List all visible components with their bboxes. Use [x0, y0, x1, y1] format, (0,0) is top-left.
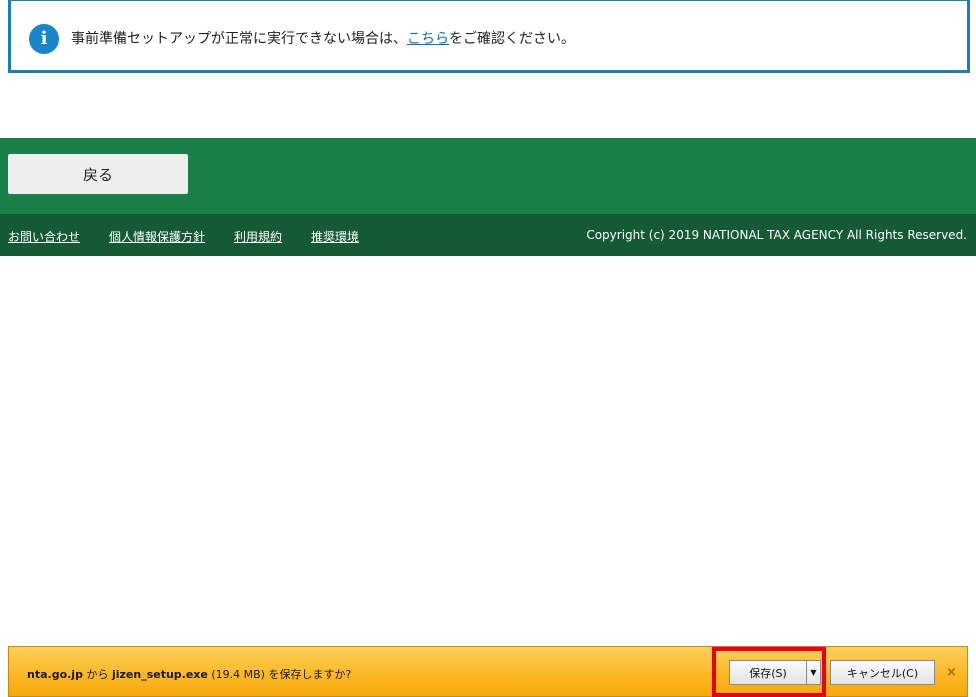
save-highlight-box — [712, 647, 826, 697]
download-question: を保存しますか? — [268, 668, 352, 681]
footer-link-terms-of-use[interactable]: 利用規約 — [234, 228, 282, 245]
setup-notice-box: i 事前準備セットアップが正常に実行できない場合は、こちらをご確認ください。 — [8, 0, 970, 73]
back-button[interactable]: 戻る — [8, 154, 188, 194]
copyright-text: Copyright (c) 2019 NATIONAL TAX AGENCY A… — [586, 228, 967, 242]
info-icon: i — [29, 24, 59, 54]
footer-link-privacy-policy[interactable]: 個人情報保護方針 — [109, 228, 205, 245]
notice-link[interactable]: こちら — [407, 31, 449, 47]
download-site: nta.go.jp — [27, 668, 83, 681]
notice-text-after: をご確認ください。 — [449, 31, 575, 47]
notice-text-before: 事前準備セットアップが正常に実行できない場合は、 — [71, 31, 407, 47]
download-prompt-text: nta.go.jp から jizen_setup.exe (19.4 MB) を… — [27, 666, 351, 682]
download-file-size: (19.4 MB) — [207, 668, 269, 681]
footer-link-contact[interactable]: お問い合わせ — [8, 228, 80, 245]
download-notification-bar: nta.go.jp から jizen_setup.exe (19.4 MB) を… — [8, 646, 968, 697]
navigation-band: 戻る — [0, 138, 976, 214]
footer-link-recommended-environment[interactable]: 推奨環境 — [311, 228, 359, 245]
setup-notice-text: 事前準備セットアップが正常に実行できない場合は、こちらをご確認ください。 — [71, 28, 575, 48]
close-icon[interactable]: × — [946, 665, 957, 680]
download-file-name: jizen_setup.exe — [111, 668, 208, 681]
download-from-text: から — [82, 668, 112, 681]
cancel-button[interactable]: キャンセル(C) — [830, 660, 935, 685]
footer: お問い合わせ 個人情報保護方針 利用規約 推奨環境 Copyright (c) … — [0, 214, 976, 256]
